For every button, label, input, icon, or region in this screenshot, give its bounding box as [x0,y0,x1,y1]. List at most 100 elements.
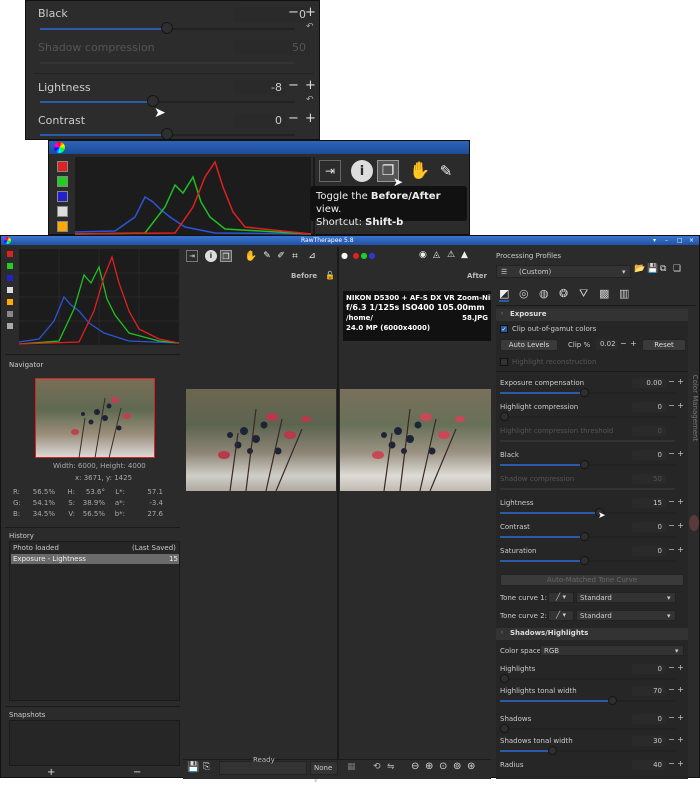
none-select[interactable]: None ▾ [310,761,338,785]
slider-contrast-knob[interactable] [580,532,589,541]
zoom-lightness-reset-icon[interactable]: ↶ [306,95,314,105]
sh-section-header[interactable]: ◦ Shadows/Highlights [496,628,688,640]
hist-blue-toggle[interactable] [7,275,13,281]
hist-raw-toggle[interactable] [7,311,13,317]
slider-highlight-comp-knob[interactable] [500,412,509,421]
slider-highlight-comp-value[interactable]: 0 [632,402,666,412]
slider-saturation-value[interactable]: 0 [632,546,666,556]
slider-saturation-knob[interactable] [580,556,589,565]
zoom-out-icon[interactable]: ⊖ [411,761,419,772]
tab-wavelet-icon[interactable]: ❂ [559,287,568,300]
reset-button[interactable]: Reset [642,339,686,351]
clip-minus[interactable]: − [620,339,627,348]
zoom-reset-icon[interactable]: ↶ [306,22,314,32]
send-to-editor-icon[interactable]: ⎘ [203,762,210,772]
scrollbar[interactable] [689,515,699,531]
straighten-icon[interactable]: ⊿ [305,250,319,262]
preview-modes-icon[interactable]: ▦ [347,762,356,772]
flip-icon[interactable]: ⇋ [387,762,395,772]
hist-bar-toggle[interactable] [7,323,13,329]
zoom-contrast-plus[interactable]: + [305,111,316,126]
remove-snapshot-button[interactable]: − [133,767,141,778]
zoom-black-plus[interactable]: + [305,5,316,20]
sh-shadows-value[interactable]: 0 [632,714,666,724]
clip-plus[interactable]: + [630,339,637,348]
warning-icon[interactable]: ⚠ [447,250,455,260]
tab-exposure-icon[interactable]: ◩ [499,287,510,302]
sh-sh-width-value[interactable]: 30 [632,736,666,746]
toggle-left-panel-icon[interactable]: ⇥ [186,250,198,262]
sh-shadows-knob[interactable] [500,724,509,733]
shadow-clip-icon[interactable]: ◬ [433,250,440,260]
hand-tool-icon[interactable]: ✋ [245,250,257,262]
before-after-icon[interactable]: ❐ [220,250,232,262]
tone-curve-1-type[interactable]: ╱ ▾ [548,592,574,603]
auto-matched-curve-button[interactable]: Auto-Matched Tone Curve [500,574,684,586]
tone-curve-1-select[interactable]: Standard ▾ [576,592,676,603]
tab-raw-icon[interactable]: ▩ [599,287,609,300]
zoom-contrast-minus[interactable]: − [288,111,299,126]
zoom-lightness-minus[interactable]: − [288,78,299,93]
zoom-crop-icon[interactable]: ⊚ [453,761,461,772]
zoom-in-icon[interactable]: ⊕ [425,761,433,772]
zoom-fit-icon[interactable]: ⊙ [439,761,447,772]
zoom-100-icon[interactable]: ⊛ [467,761,475,772]
focus-mask-icon[interactable]: ◉ [419,250,427,260]
color-management-side-tab[interactable]: Color Management [690,309,699,519]
white-balance-icon[interactable]: ✐ [275,250,287,262]
add-snapshot-button[interactable]: + [47,767,55,778]
zoom-contrast-knob[interactable] [161,128,173,140]
slider-exposure-comp-value[interactable]: 0.00 [632,378,666,388]
sh-hl-width-value[interactable]: 70 [632,686,666,696]
open-profile-icon[interactable]: 📂 [634,264,645,274]
sh-hl-width-knob[interactable] [608,696,617,705]
slider-black-knob[interactable] [580,460,589,469]
sh-sh-width-knob[interactable] [548,746,557,755]
auto-levels-button[interactable]: Auto Levels [500,339,558,351]
hist-green-toggle[interactable] [7,263,13,269]
profile-select[interactable]: ☰ (Custom) ▾ [496,265,631,278]
sh-radius-value[interactable]: 40 [632,760,666,770]
history-row[interactable]: Exposure - Lightness 15 [11,554,179,564]
tone-curve-2-type[interactable]: ╱ ▾ [548,610,574,621]
highlight-clip-icon[interactable]: ▲ [461,250,468,260]
tab-metadata-icon[interactable]: ▥ [619,287,629,300]
tab-color-icon[interactable]: ◍ [539,287,549,300]
lock-icon[interactable]: 🔓 [325,271,335,280]
save-icon[interactable]: 💾 [187,762,199,773]
info-icon[interactable]: i [205,250,217,262]
zoom-black-minus[interactable]: − [288,5,299,20]
zoom-lightness-plus[interactable]: + [305,78,316,93]
paste-profile-icon[interactable]: ❏ [673,264,681,274]
navigator-preview[interactable] [35,378,155,458]
slider-contrast-value[interactable]: 0 [632,522,666,532]
window-menu-button[interactable]: ▾ [653,236,656,245]
sh-highlights-value[interactable]: 0 [632,664,666,674]
sh-highlights-knob[interactable] [500,674,509,683]
copy-profile-icon[interactable]: ⧉ [660,264,666,274]
save-profile-icon[interactable]: 💾 [647,264,658,274]
hist-luma-toggle[interactable] [7,287,13,293]
zoom-black-knob[interactable] [161,22,173,34]
zoom-lightness-value[interactable]: -8 [234,80,286,95]
clip-checkbox[interactable]: ✓ [500,325,508,333]
hist-chroma-toggle[interactable] [7,299,13,305]
zoom-info-icon[interactable]: i [351,160,373,182]
highlight-recon-checkbox[interactable] [500,358,508,366]
tab-transform-icon[interactable]: ⛛ [579,287,588,301]
zoom-contrast-value[interactable]: 0 [234,113,286,128]
slider-black-value[interactable]: 0 [632,450,666,460]
minimize-button[interactable]: – [665,236,668,245]
slider-lightness-value[interactable]: 15 [632,498,666,508]
colorspace-select[interactable]: RGB ▾ [540,645,684,656]
zoom-picker-icon[interactable]: ✎ [435,160,457,182]
tone-curve-2-select[interactable]: Standard ▾ [576,610,676,621]
slider-exposure-comp-knob[interactable] [580,388,589,397]
zoom-hand-icon[interactable]: ✋ [409,160,431,182]
maximize-button[interactable]: □ [677,236,683,245]
crop-icon[interactable]: ⌗ [289,250,301,262]
rotate-icon[interactable]: ⟲ [373,762,381,772]
tab-detail-icon[interactable]: ◎ [519,287,529,300]
zoom-toggle-panel-icon[interactable]: ⇥ [319,160,341,182]
exposure-section-header[interactable]: ◦ Exposure [496,309,688,321]
